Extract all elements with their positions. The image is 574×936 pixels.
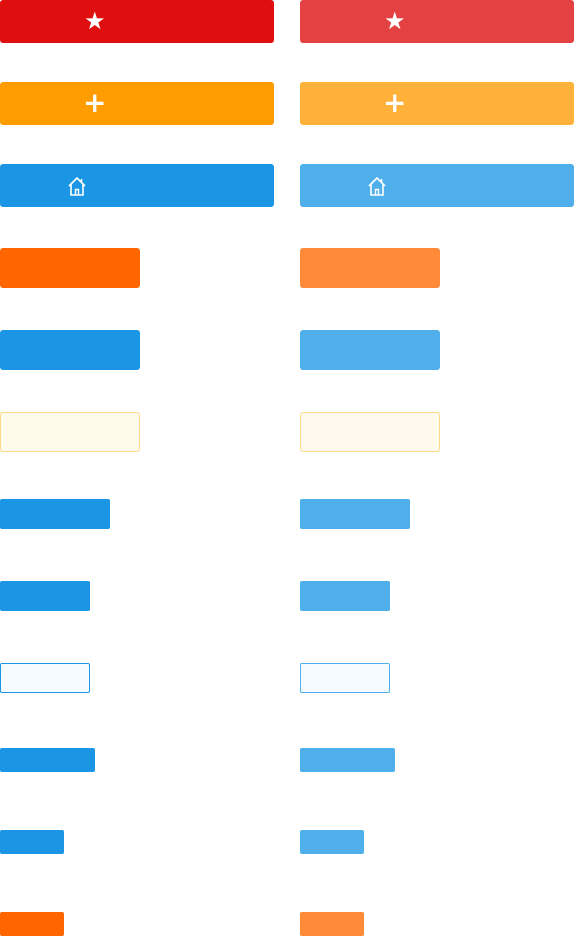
home-icon — [366, 175, 388, 197]
add-button-active[interactable]: + — [300, 82, 574, 125]
primary-button-small-active[interactable] — [300, 499, 410, 529]
primary-button-mini-active[interactable] — [300, 581, 390, 611]
home-icon — [66, 175, 88, 197]
primary-button-tiny-active[interactable] — [300, 830, 364, 854]
warning-button-tiny[interactable] — [0, 912, 64, 936]
favorite-button[interactable]: ★ — [0, 0, 274, 43]
warning-button-active[interactable] — [300, 248, 440, 288]
primary-button-compact[interactable] — [0, 748, 95, 772]
favorite-button-active[interactable]: ★ — [300, 0, 574, 43]
outline-button-mini[interactable] — [0, 663, 90, 693]
warning-button-tiny-active[interactable] — [300, 912, 364, 936]
primary-button-mini[interactable] — [0, 581, 90, 611]
primary-button-tiny[interactable] — [0, 830, 64, 854]
star-icon: ★ — [384, 7, 406, 35]
add-button[interactable]: + — [0, 82, 274, 125]
outline-button-mini-active[interactable] — [300, 663, 390, 693]
warning-button[interactable] — [0, 248, 140, 288]
home-button[interactable] — [0, 164, 274, 207]
primary-button-medium[interactable] — [0, 330, 140, 370]
primary-button-medium-active[interactable] — [300, 330, 440, 370]
star-icon: ★ — [84, 7, 106, 35]
plus-icon: + — [383, 86, 407, 119]
plain-button-medium[interactable] — [0, 412, 140, 452]
home-button-active[interactable] — [300, 164, 574, 207]
plain-button-medium-active[interactable] — [300, 412, 440, 452]
plus-icon: + — [83, 86, 107, 119]
primary-button-small[interactable] — [0, 499, 110, 529]
primary-button-compact-active[interactable] — [300, 748, 395, 772]
